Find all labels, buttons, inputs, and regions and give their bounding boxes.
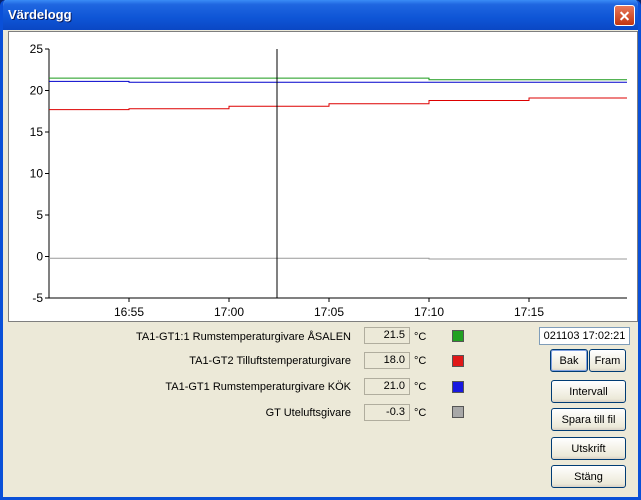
close-window-button[interactable]	[614, 5, 635, 26]
series-line-3	[49, 257, 627, 260]
y-tick-label: 5	[36, 208, 43, 222]
y-tick-label: 25	[30, 42, 44, 56]
x-tick-label: 17:00	[214, 305, 244, 319]
y-tick-label: 0	[36, 250, 43, 264]
x-tick-label: 17:15	[514, 305, 544, 319]
reading-value-asalen: 21.5	[364, 327, 410, 344]
save-to-file-button[interactable]: Spara till fil	[551, 408, 626, 431]
reading-label-kitchen: TA1-GT1 Rumstemperaturgivare KÖK	[165, 381, 351, 393]
series-line-1	[49, 80, 627, 83]
reading-unit-supply-air: °C	[414, 355, 427, 367]
reading-value-kitchen: 21.0	[364, 378, 410, 395]
x-tick-label: 17:10	[414, 305, 444, 319]
series-line-0	[49, 77, 627, 81]
series-line-2	[49, 97, 627, 111]
trend-chart-svg: 25 20 15 10 5 0 -5 16:55 17:00 17:05 17:10 17:15	[30, 42, 627, 319]
reading-unit-kitchen: °C	[414, 381, 427, 393]
y-tick-label: -5	[32, 291, 43, 305]
reading-label-asalen: TA1-GT1:1 Rumstemperaturgivare ÅSALEN	[136, 331, 351, 343]
x-tick-label: 17:05	[314, 305, 344, 319]
series-color-asalen	[452, 330, 464, 342]
reading-unit-outdoor: °C	[414, 407, 427, 419]
reading-label-outdoor: GT Uteluftsgivare	[265, 407, 351, 419]
close-button[interactable]: Stäng	[551, 465, 626, 488]
print-button[interactable]: Utskrift	[551, 437, 626, 460]
reading-value-supply-air: 18.0	[364, 352, 410, 369]
datetime-display: 021103 17:02:21	[539, 327, 630, 345]
trend-chart: 25 20 15 10 5 0 -5 16:55 17:00 17:05 17:10 17:15	[8, 31, 638, 322]
reading-unit-asalen: °C	[414, 331, 427, 343]
window-title: Värdelogg	[8, 7, 72, 22]
y-tick-label: 10	[30, 167, 44, 181]
forward-button[interactable]: Fram	[589, 349, 626, 372]
series-color-kitchen	[452, 381, 464, 393]
y-tick-label: 15	[30, 125, 44, 139]
x-tick-label: 16:55	[114, 305, 144, 319]
reading-value-outdoor: -0.3	[364, 404, 410, 421]
title-bar[interactable]: Värdelogg	[3, 0, 638, 30]
series-color-supply-air	[452, 355, 464, 367]
reading-label-supply-air: TA1-GT2 Tilluftstemperaturgivare	[189, 355, 351, 367]
interval-button[interactable]: Intervall	[551, 380, 626, 403]
y-tick-label: 20	[30, 84, 44, 98]
series-color-outdoor	[452, 406, 464, 418]
back-button[interactable]: Bak	[550, 349, 588, 372]
value-log-window: Värdelogg 25 20 15 10 5 0 -5 16:55 17:00 17:05 17:…	[0, 0, 641, 500]
